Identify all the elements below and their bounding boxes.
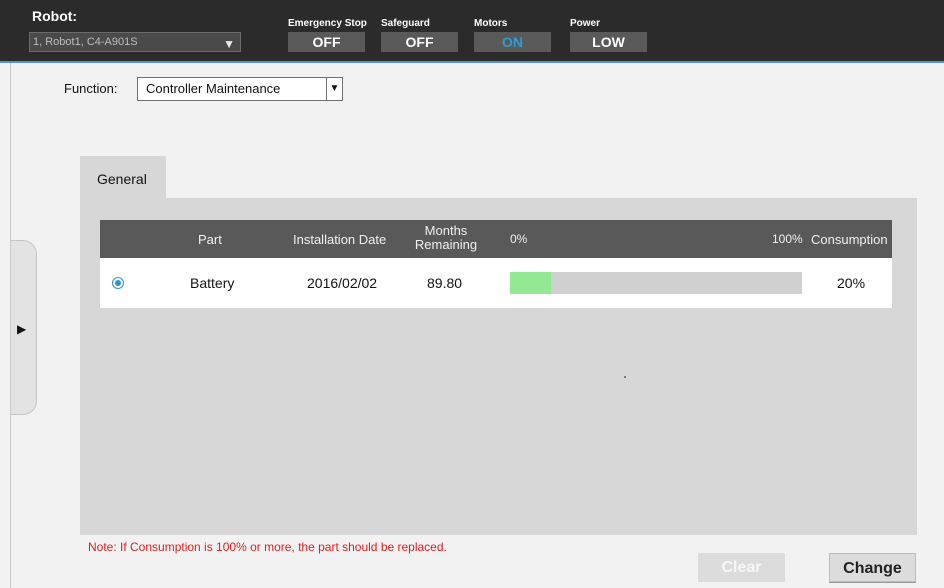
column-header-part: Part [198, 232, 222, 247]
safeguard-status: Safeguard OFF [381, 18, 458, 52]
play-arrow-icon: ▶ [17, 322, 27, 336]
status-value: OFF [288, 32, 365, 52]
consumption-cell: 20% [837, 275, 866, 291]
function-label: Function: [64, 81, 118, 96]
top-status-bar: Robot: 1, Robot1, C4-A901S ▼ Emergency S… [0, 0, 944, 63]
function-select[interactable]: Controller Maintenance ▼ [137, 77, 343, 101]
part-cell: Battery [190, 275, 235, 291]
side-panel-toggle[interactable]: ▶ [11, 240, 37, 415]
consumption-progress-fill [510, 272, 551, 294]
clear-button[interactable]: Clear [698, 553, 785, 582]
status-label: Emergency Stop [288, 18, 367, 29]
column-header-months-remaining: Months Remaining [414, 223, 478, 252]
status-label: Power [570, 18, 601, 29]
maintenance-table: Part Installation Date Months Remaining … [100, 220, 892, 308]
table-row[interactable]: Battery 2016/02/02 89.80 20% [100, 258, 892, 308]
column-header-consumption: Consumption [811, 232, 888, 247]
function-select-value: Controller Maintenance [146, 81, 281, 96]
table-header: Part Installation Date Months Remaining … [100, 220, 892, 258]
status-label: Motors [474, 18, 508, 29]
chevron-down-icon: ▼ [326, 78, 342, 100]
status-value: LOW [570, 32, 647, 52]
status-label: Safeguard [381, 18, 430, 29]
tab-label: General [97, 171, 147, 187]
tab-general[interactable]: General [80, 156, 166, 199]
power-status: Power LOW [570, 18, 647, 52]
panel-dot [624, 376, 626, 378]
column-header-hundred-percent: 100% [772, 232, 803, 246]
robot-select[interactable]: 1, Robot1, C4-A901S ▼ [29, 32, 241, 52]
column-header-installation-date: Installation Date [293, 232, 387, 247]
robot-label: Robot: [32, 8, 78, 24]
emergency-stop-status: Emergency Stop OFF [288, 18, 367, 52]
column-header-zero-percent: 0% [510, 232, 528, 246]
status-value: ON [474, 32, 551, 52]
consumption-progress-bar [510, 272, 802, 294]
replacement-note: Note: If Consumption is 100% or more, th… [88, 540, 447, 554]
robot-select-value: 1, Robot1, C4-A901S [33, 36, 138, 48]
installation-date-cell: 2016/02/02 [307, 275, 378, 291]
row-select-radio[interactable] [112, 277, 124, 289]
motors-status: Motors ON [474, 18, 551, 52]
status-value: OFF [381, 32, 458, 52]
chevron-down-icon: ▼ [223, 37, 235, 51]
months-remaining-cell: 89.80 [427, 275, 463, 291]
change-button[interactable]: Change [829, 553, 916, 582]
